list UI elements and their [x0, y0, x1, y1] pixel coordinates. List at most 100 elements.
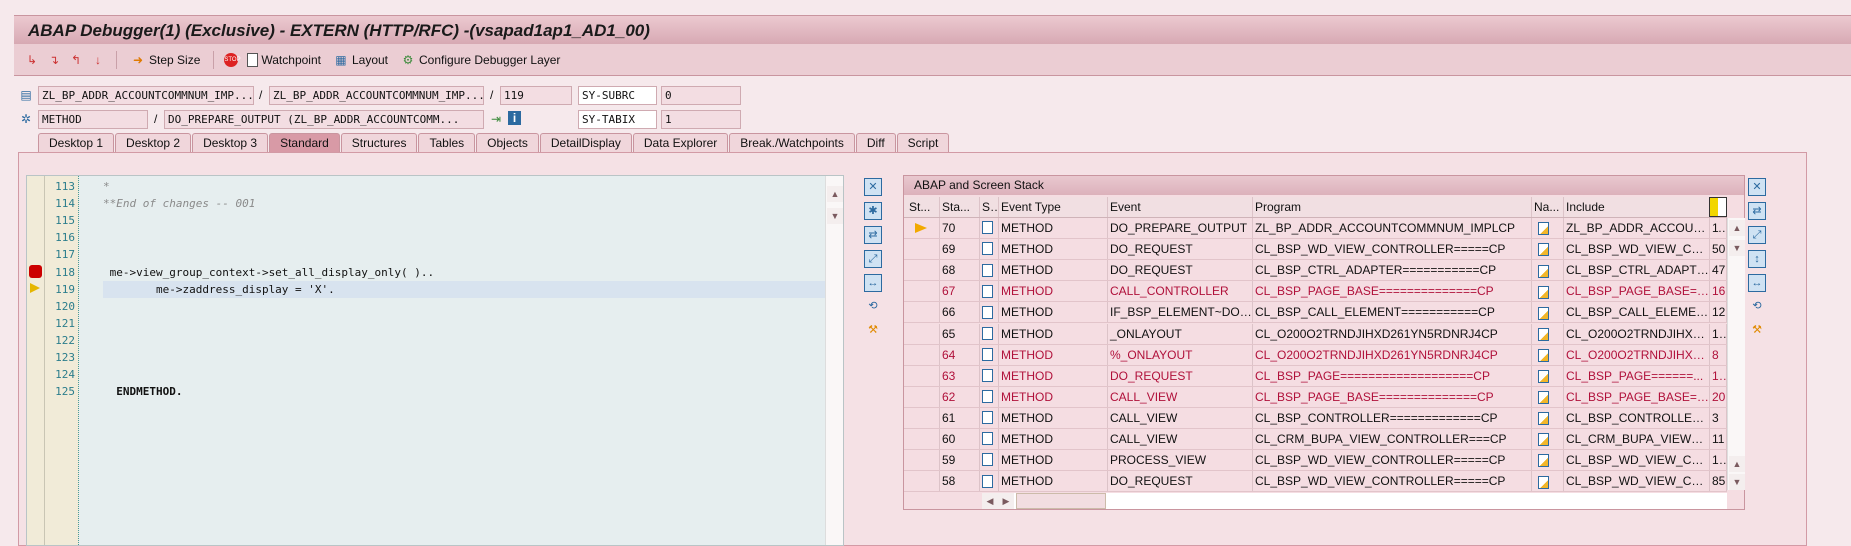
swap-icon[interactable]: ⟲ — [1748, 298, 1766, 316]
line-field[interactable]: 119 — [500, 86, 572, 105]
event-field[interactable]: DO_PREPARE_OUTPUT (ZL_BP_ADDR_ACCOUNTCOM… — [164, 110, 484, 129]
scroll-thumb[interactable] — [1016, 493, 1106, 509]
stack-row[interactable]: 69 METHOD DO_REQUEST CL_BSP_WD_VIEW_CONTROL… — [904, 239, 1727, 261]
services-tool-icon[interactable]: ⚒ — [1748, 322, 1766, 340]
stack-row[interactable]: 65 METHOD _ONLAYOUT CL_O200O2TRNDJIHXD261YN… — [904, 323, 1727, 345]
source-navigate-icon[interactable] — [1538, 433, 1549, 447]
return-icon[interactable]: ↰ — [68, 52, 84, 68]
stack-cell — [907, 450, 940, 471]
source-navigate-icon[interactable] — [1538, 306, 1549, 320]
stack-row[interactable]: 70 METHOD DO_PREPARE_OUTPUT ZL_BP_ADDR_ACCO… — [904, 218, 1727, 239]
stack-row[interactable]: 64 METHOD %_ONLAYOUT CL_O200O2TRNDJIHXD261Y… — [904, 344, 1727, 366]
close-tool-icon[interactable]: ✕ — [864, 178, 882, 196]
stack-cell — [1532, 386, 1564, 407]
sy-tabix-value[interactable]: 1 — [661, 110, 741, 129]
tab-desktop-3[interactable]: Desktop 3 — [192, 133, 269, 152]
source-navigate-icon[interactable] — [1538, 412, 1549, 426]
stack-cell: METHOD — [999, 344, 1108, 365]
scroll-right-button[interactable]: ▶ — [998, 493, 1014, 509]
stack-row[interactable]: 67 METHOD CALL_CONTROLLER CL_BSP_PAGE_BASE=… — [904, 281, 1727, 303]
replace-tool-icon[interactable]: ⇄ — [1748, 202, 1766, 220]
scroll-down-button[interactable]: ▼ — [827, 208, 843, 224]
column-header[interactable]: Sta... — [940, 197, 980, 217]
tab-data-explorer[interactable]: Data Explorer — [632, 133, 729, 152]
stop-icon[interactable]: STOP — [224, 52, 241, 67]
stack-row[interactable]: 59 METHOD PROCESS_VIEW CL_BSP_WD_VIEW_CONTR… — [904, 450, 1727, 472]
scroll-left-button[interactable]: ◀ — [982, 493, 998, 509]
source-navigate-icon[interactable] — [1538, 264, 1549, 278]
watchpoint-button[interactable]: Watchpoint — [244, 52, 324, 67]
source-navigate-icon[interactable] — [1538, 391, 1549, 405]
source-navigate-icon[interactable] — [1538, 348, 1549, 362]
maximize-icon[interactable]: ⤢ — [864, 250, 882, 268]
stack-cell — [1532, 365, 1564, 386]
column-header[interactable]: S... — [980, 197, 999, 217]
tab-script[interactable]: Script — [896, 133, 950, 152]
single-step-icon[interactable]: ↳ — [24, 52, 40, 68]
execute-icon[interactable]: ↴ — [46, 52, 62, 68]
new-tool-icon[interactable]: ✱ — [864, 202, 882, 220]
scroll-up-button[interactable]: ▲ — [1729, 220, 1745, 236]
scroll-up-button[interactable]: ▲ — [1729, 456, 1745, 472]
tab-objects[interactable]: Objects — [476, 133, 539, 152]
stack-row[interactable]: 58 METHOD DO_REQUEST CL_BSP_WD_VIEW_CONTROL… — [904, 471, 1727, 492]
column-layout-icon[interactable] — [1709, 197, 1727, 217]
column-header[interactable]: Program — [1253, 197, 1532, 217]
resize-horizontal-icon[interactable]: ↔ — [1748, 274, 1766, 292]
column-header[interactable]: Na... — [1532, 197, 1564, 217]
separator — [116, 50, 117, 69]
stack-row[interactable]: 62 METHOD CALL_VIEW CL_BSP_PAGE_BASE=======… — [904, 386, 1727, 408]
stack-row[interactable]: 60 METHOD CALL_VIEW CL_CRM_BUPA_VIEW_CONTRO… — [904, 429, 1727, 450]
stack-row[interactable]: 61 METHOD CALL_VIEW CL_BSP_CONTROLLER======… — [904, 407, 1727, 429]
editor-scrollbar[interactable]: ▲ ▼ — [825, 176, 843, 545]
configure-debugger-layer-button[interactable]: ⚙ Configure Debugger Layer — [397, 52, 563, 68]
services-tool-icon[interactable]: ⚒ — [864, 322, 882, 340]
column-header[interactable]: St... — [907, 197, 940, 217]
source-navigate-icon[interactable] — [1538, 454, 1549, 468]
stack-cell: _ONLAYOUT — [1108, 323, 1253, 344]
source-navigate-icon[interactable] — [1538, 222, 1549, 236]
source-navigate-icon[interactable] — [1538, 327, 1549, 341]
stack-cell — [1532, 260, 1564, 281]
scroll-down-button[interactable]: ▼ — [1729, 240, 1745, 256]
column-header[interactable]: Event — [1108, 197, 1253, 217]
source-navigate-icon[interactable] — [1538, 243, 1549, 257]
column-header[interactable]: Event Type — [999, 197, 1108, 217]
tab-detaildisplay[interactable]: DetailDisplay — [539, 133, 632, 152]
continue-icon[interactable]: ↓ — [90, 52, 106, 68]
info-icon[interactable]: i — [508, 111, 521, 125]
tab-desktop-1[interactable]: Desktop 1 — [38, 133, 115, 152]
scroll-down-button[interactable]: ▼ — [1729, 474, 1745, 490]
source-navigate-icon[interactable] — [1538, 370, 1549, 384]
navigate-icon[interactable]: ⇥ — [488, 111, 504, 127]
stack-row[interactable]: 66 METHOD IF_BSP_ELEMENT~DO_A... CL_BSP_CAL… — [904, 302, 1727, 324]
swap-icon[interactable]: ⟲ — [864, 298, 882, 316]
replace-tool-icon[interactable]: ⇄ — [864, 226, 882, 244]
source-code-editor[interactable]: 113 114 115 116 117 118 119 120 121 122 123 124 125 … — [26, 175, 844, 546]
source-navigate-icon[interactable] — [1538, 285, 1549, 299]
tab-structures[interactable]: Structures — [340, 133, 418, 152]
source-navigate-icon[interactable] — [1538, 475, 1549, 489]
maximize-icon[interactable]: ⤢ — [1748, 226, 1766, 244]
stack-vertical-scrollbar[interactable]: ▲ ▼ ▲ ▼ — [1727, 218, 1745, 490]
program-field[interactable]: ZL_BP_ADDR_ACCOUNTCOMMNUM_IMP... — [38, 86, 254, 105]
resize-horizontal-icon[interactable]: ↔ — [864, 274, 882, 292]
scroll-up-button[interactable]: ▲ — [827, 186, 843, 202]
resize-vertical-icon[interactable]: ↕ — [1748, 250, 1766, 268]
tab-diff[interactable]: Diff — [855, 133, 896, 152]
sy-subrc-value[interactable]: 0 — [661, 86, 741, 105]
stack-row[interactable]: 63 METHOD DO_REQUEST CL_BSP_PAGE===========… — [904, 365, 1727, 387]
stack-row[interactable]: 68 METHOD DO_REQUEST CL_BSP_CTRL_ADAPTER===… — [904, 260, 1727, 282]
include-field[interactable]: ZL_BP_ADDR_ACCOUNTCOMMNUM_IMP... — [269, 86, 484, 105]
tab-break-watchpoints[interactable]: Break./Watchpoints — [729, 133, 855, 152]
layout-button[interactable]: ▦ Layout — [330, 52, 391, 68]
tab-tables[interactable]: Tables — [418, 133, 476, 152]
step-size-button[interactable]: ➜ Step Size — [127, 52, 203, 68]
event-type-field[interactable]: METHOD — [38, 110, 148, 129]
stack-horizontal-scrollbar[interactable]: ◀ ▶ — [982, 493, 1727, 509]
stack-cell — [980, 365, 999, 386]
close-tool-icon[interactable]: ✕ — [1748, 178, 1766, 196]
column-header[interactable]: Include — [1564, 197, 1710, 217]
tab-desktop-2[interactable]: Desktop 2 — [115, 133, 192, 152]
tab-standard[interactable]: Standard — [269, 133, 340, 152]
